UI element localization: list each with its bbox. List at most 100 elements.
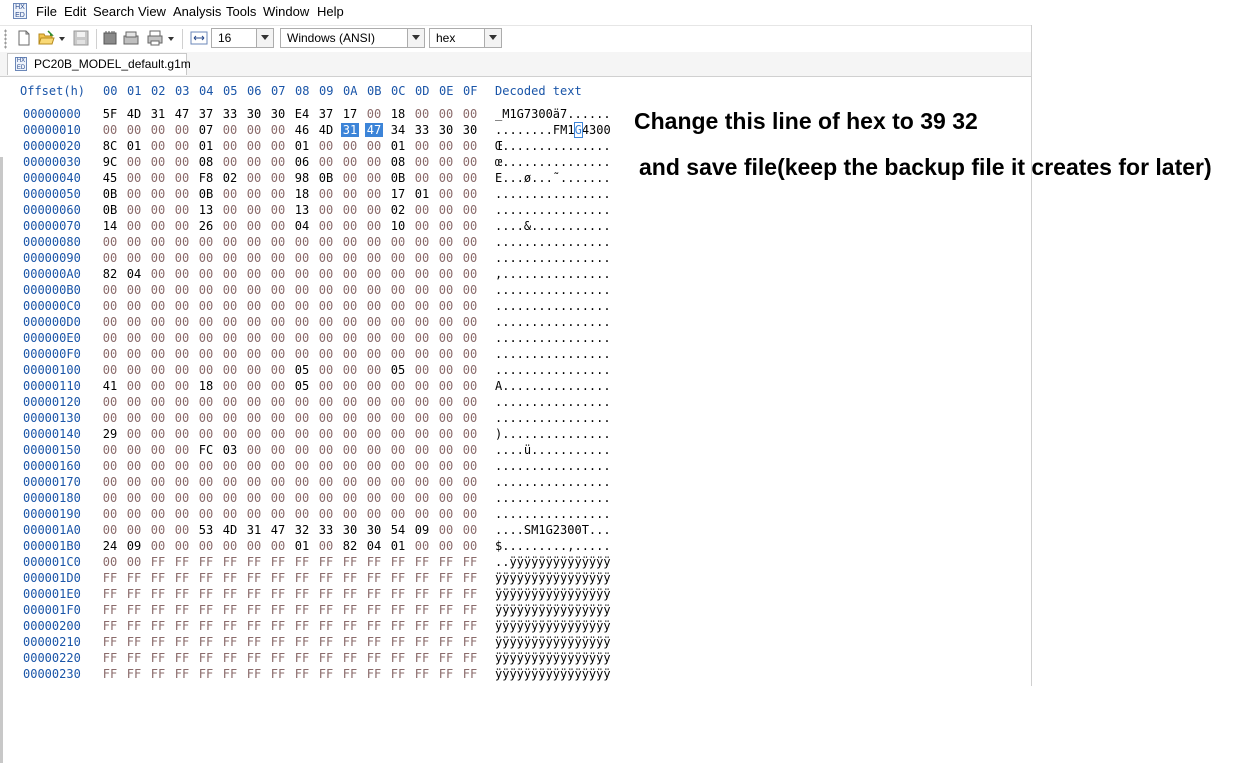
- hex-byte[interactable]: 00: [317, 315, 335, 329]
- hex-byte[interactable]: 00: [365, 235, 383, 249]
- hex-byte[interactable]: 00: [341, 347, 359, 361]
- hex-byte[interactable]: 00: [221, 395, 239, 409]
- hex-byte[interactable]: 00: [293, 347, 311, 361]
- hex-byte[interactable]: 00: [341, 491, 359, 505]
- hex-byte[interactable]: 00: [461, 363, 479, 377]
- hex-byte[interactable]: 05: [293, 363, 311, 377]
- hex-byte[interactable]: 00: [245, 123, 263, 137]
- hex-byte[interactable]: 02: [221, 171, 239, 185]
- hex-byte[interactable]: FF: [221, 571, 239, 585]
- hex-byte[interactable]: 00: [173, 443, 191, 457]
- hex-byte[interactable]: 18: [293, 187, 311, 201]
- hex-byte[interactable]: 30: [365, 523, 383, 537]
- hex-byte[interactable]: 00: [221, 331, 239, 345]
- hex-byte[interactable]: 00: [269, 491, 287, 505]
- hex-byte[interactable]: 00: [101, 363, 119, 377]
- hex-byte[interactable]: FF: [365, 619, 383, 633]
- hex-byte[interactable]: 00: [149, 251, 167, 265]
- hex-byte[interactable]: 00: [365, 203, 383, 217]
- decoded-text[interactable]: ....SM1G2300T...: [495, 523, 611, 537]
- hex-byte[interactable]: 33: [413, 123, 431, 137]
- hex-byte[interactable]: FF: [413, 619, 431, 633]
- hex-byte[interactable]: 00: [101, 283, 119, 297]
- hex-byte[interactable]: FF: [221, 635, 239, 649]
- hex-byte[interactable]: FF: [437, 635, 455, 649]
- hex-byte[interactable]: FF: [437, 571, 455, 585]
- hex-byte[interactable]: 30: [437, 123, 455, 137]
- hex-byte[interactable]: FF: [173, 571, 191, 585]
- hex-byte[interactable]: 00: [173, 507, 191, 521]
- hex-byte[interactable]: FF: [341, 555, 359, 569]
- hex-byte[interactable]: FF: [461, 667, 479, 681]
- hex-byte[interactable]: 00: [413, 107, 431, 121]
- menu-edit[interactable]: Edit: [64, 4, 86, 19]
- hex-byte[interactable]: 00: [245, 443, 263, 457]
- hex-byte[interactable]: FF: [197, 587, 215, 601]
- hex-byte[interactable]: 00: [125, 315, 143, 329]
- hex-byte[interactable]: 00: [149, 299, 167, 313]
- hex-byte[interactable]: 00: [341, 203, 359, 217]
- hex-byte[interactable]: 00: [221, 491, 239, 505]
- hex-byte[interactable]: 00: [317, 411, 335, 425]
- tab-file[interactable]: HX ED PC20B_MODEL_default.g1m: [7, 53, 191, 75]
- decoded-text[interactable]: ÿÿÿÿÿÿÿÿÿÿÿÿÿÿÿÿ: [495, 651, 611, 665]
- hex-byte[interactable]: 00: [245, 507, 263, 521]
- hex-byte[interactable]: 00: [149, 507, 167, 521]
- hex-byte[interactable]: FF: [341, 635, 359, 649]
- hex-byte[interactable]: 00: [269, 507, 287, 521]
- hex-byte[interactable]: 00: [245, 187, 263, 201]
- hex-byte[interactable]: 00: [365, 267, 383, 281]
- hex-byte[interactable]: 00: [317, 187, 335, 201]
- hex-byte[interactable]: 00: [317, 203, 335, 217]
- hex-byte[interactable]: 00: [197, 315, 215, 329]
- hex-byte[interactable]: 45: [101, 171, 119, 185]
- hex-byte[interactable]: 00: [197, 363, 215, 377]
- hex-byte[interactable]: 00: [197, 491, 215, 505]
- hex-byte[interactable]: FF: [149, 603, 167, 617]
- hex-byte[interactable]: 00: [197, 459, 215, 473]
- hex-byte[interactable]: 00: [269, 347, 287, 361]
- hex-byte[interactable]: 00: [437, 331, 455, 345]
- hex-byte[interactable]: FF: [269, 651, 287, 665]
- hex-byte[interactable]: 00: [341, 315, 359, 329]
- hex-byte[interactable]: 00: [221, 139, 239, 153]
- hex-byte[interactable]: 00: [221, 123, 239, 137]
- hex-byte[interactable]: 00: [293, 235, 311, 249]
- hex-byte[interactable]: 00: [221, 203, 239, 217]
- hex-byte[interactable]: 00: [269, 363, 287, 377]
- hex-byte[interactable]: 00: [365, 459, 383, 473]
- hex-byte[interactable]: 00: [245, 347, 263, 361]
- hex-byte[interactable]: 00: [125, 299, 143, 313]
- hex-byte[interactable]: 00: [293, 475, 311, 489]
- hex-byte[interactable]: 00: [341, 459, 359, 473]
- hex-byte[interactable]: FF: [317, 635, 335, 649]
- decoded-text[interactable]: ÿÿÿÿÿÿÿÿÿÿÿÿÿÿÿÿ: [495, 603, 611, 617]
- dropdown-arrow-icon[interactable]: [57, 29, 67, 47]
- hex-byte[interactable]: 00: [389, 411, 407, 425]
- hex-byte[interactable]: 0B: [101, 203, 119, 217]
- hex-byte[interactable]: 00: [437, 539, 455, 553]
- hex-byte[interactable]: 00: [365, 299, 383, 313]
- hex-byte[interactable]: FF: [365, 571, 383, 585]
- hex-byte[interactable]: 00: [149, 267, 167, 281]
- menu-tools[interactable]: Tools: [226, 4, 256, 19]
- hex-byte[interactable]: 00: [437, 187, 455, 201]
- hex-byte[interactable]: FF: [173, 587, 191, 601]
- hex-byte[interactable]: 01: [293, 139, 311, 153]
- hex-byte[interactable]: 00: [365, 155, 383, 169]
- decoded-text[interactable]: ..ÿÿÿÿÿÿÿÿÿÿÿÿÿÿ: [495, 555, 611, 569]
- hex-byte[interactable]: 5F: [101, 107, 119, 121]
- hex-byte[interactable]: FF: [317, 587, 335, 601]
- hex-byte[interactable]: FF: [269, 555, 287, 569]
- hex-byte[interactable]: 06: [293, 155, 311, 169]
- hex-byte[interactable]: FF: [341, 651, 359, 665]
- hex-byte[interactable]: 00: [437, 203, 455, 217]
- hex-byte[interactable]: 00: [149, 539, 167, 553]
- hex-byte[interactable]: 00: [437, 155, 455, 169]
- hex-byte[interactable]: 37: [317, 107, 335, 121]
- hex-byte[interactable]: 00: [269, 203, 287, 217]
- hex-byte[interactable]: FF: [197, 635, 215, 649]
- hex-byte[interactable]: 00: [173, 219, 191, 233]
- hex-byte[interactable]: 00: [101, 555, 119, 569]
- bytes-per-row-select[interactable]: 16: [211, 28, 274, 48]
